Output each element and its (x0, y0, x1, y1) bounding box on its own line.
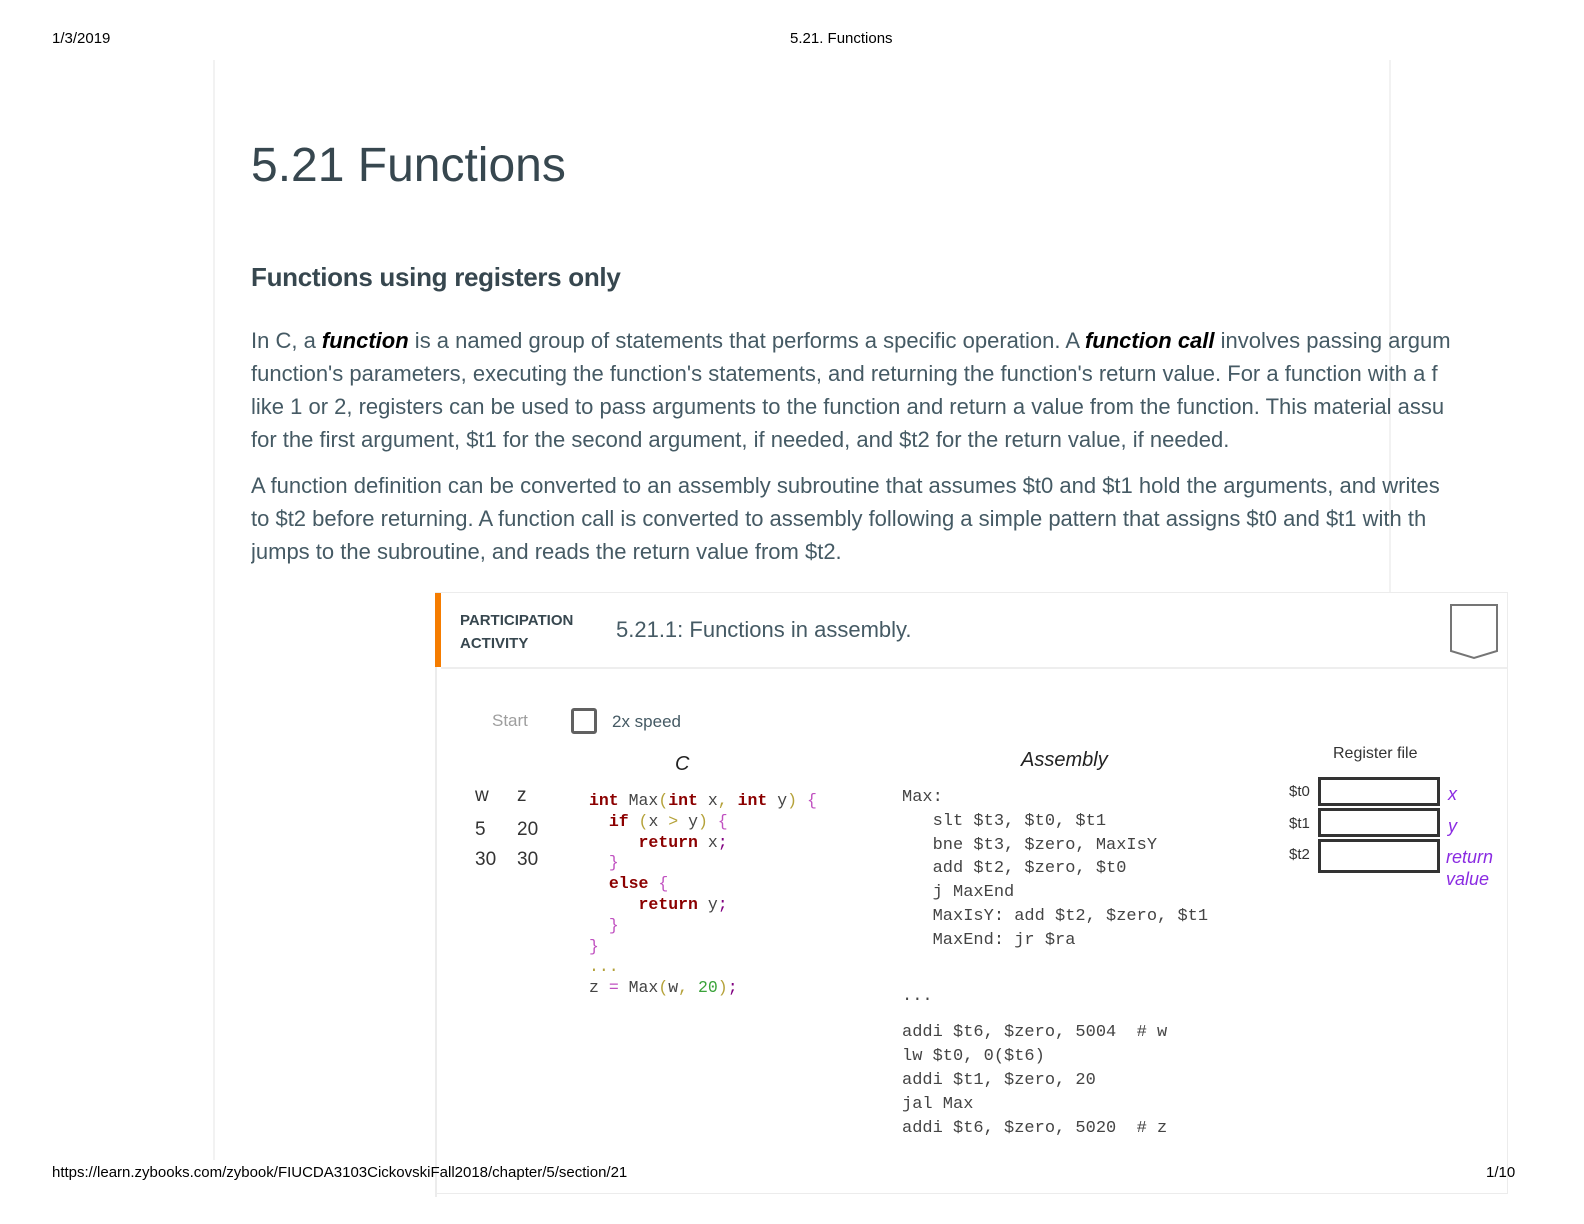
c-token: int (589, 791, 619, 810)
var-value: 20 (517, 819, 539, 840)
register-cell-t1 (1318, 808, 1440, 837)
register-annotation-return-value: return value (1446, 847, 1494, 889)
print-title: 5.21. Functions (790, 30, 893, 47)
asm-line: Max: (902, 788, 943, 807)
paragraph-line: In C, a function is a named group of sta… (251, 324, 1513, 357)
c-token: return (638, 832, 698, 852)
print-page-number: 1/10 (1486, 1164, 1516, 1181)
register-name-t0: $t0 (1289, 783, 1310, 800)
print-date: 1/3/2019 (52, 30, 111, 47)
term-function: function (321, 328, 409, 353)
register-name-t1: $t1 (1289, 815, 1310, 832)
register-cell-t0 (1318, 777, 1440, 806)
paragraph-line: to $t2 before returning. A function call… (251, 506, 1427, 531)
asm-line: MaxEnd: jr $ra (902, 930, 1076, 950)
print-url: https://learn.zybooks.com/zybook/FIUCDA3… (52, 1164, 628, 1181)
text: involves passing argum (1214, 328, 1451, 353)
section-heading: Functions using registers only (251, 262, 621, 292)
assembly-heading: Assembly (1021, 749, 1108, 771)
c-token: return (638, 894, 698, 914)
asm-line: j MaxEnd (902, 883, 1015, 903)
paragraph-line: function's parameters, executing the fun… (251, 361, 1438, 386)
asm-line: addi $t6, $zero, 5004 # w (902, 1023, 1168, 1043)
register-annotation-x: x (1448, 784, 1457, 804)
c-token: z (589, 978, 599, 998)
page-title: 5.21 Functions (251, 139, 566, 192)
paragraph-line: A function definition can be converted t… (251, 473, 1440, 498)
c-token: int (737, 791, 768, 810)
text: is a named group of statements that perf… (408, 328, 1085, 353)
asm-line: addi $t1, $zero, 20 (902, 1070, 1096, 1090)
c-token: x (707, 832, 718, 852)
speed-checkbox[interactable] (571, 708, 597, 734)
paragraph-1: In C, a function is a named group of sta… (251, 324, 1513, 456)
text: In C, a (251, 328, 322, 353)
c-code-block: int Max(int x, int y) { if (x > y) { ret… (589, 791, 817, 998)
var-value: 30 (475, 849, 497, 870)
asm-spacer (902, 1008, 1208, 1021)
asm-line: add $t2, $zero, $t0 (902, 859, 1127, 879)
c-token: 20 (697, 978, 718, 998)
term-function-call: function call (1084, 328, 1215, 353)
register-annotation-y: y (1448, 816, 1457, 836)
c-heading: C (675, 753, 690, 775)
c-token: int (668, 791, 698, 810)
c-token: if (608, 811, 629, 831)
c-token: = (608, 978, 619, 998)
paragraph-2: A function definition can be converted t… (251, 469, 1513, 568)
var-header-w: w (475, 785, 489, 806)
activity-header: PARTICIPATION ACTIVITY 5.21.1: Functions… (441, 593, 1507, 669)
var-value: 5 (475, 819, 486, 840)
activity-type-label: PARTICIPATION ACTIVITY (460, 609, 573, 655)
c-token: Max (628, 978, 659, 998)
c-token: ... (589, 957, 619, 977)
paragraph-line: like 1 or 2, registers can be used to pa… (251, 394, 1445, 419)
assembly-code-block: Max: slt $t3, $t0, $t1 bne $t3, $zero, M… (902, 786, 1208, 1140)
register-name-t2: $t2 (1289, 846, 1310, 863)
register-file-title: Register file (1333, 745, 1418, 762)
activity-title: 5.21.1: Functions in assembly. (616, 617, 912, 642)
asm-line: jal Max (902, 1094, 974, 1114)
c-token: y (707, 894, 718, 914)
activity-body-border (435, 667, 437, 1197)
c-token: else (608, 874, 649, 894)
speed-label: 2x speed (612, 712, 681, 731)
c-token: x (648, 811, 659, 831)
asm-spacer (902, 953, 1208, 985)
c-token: > (668, 811, 679, 831)
activity-type-line: ACTIVITY (460, 635, 529, 652)
c-token: Max (628, 791, 659, 810)
bookmark-icon[interactable] (1449, 603, 1499, 661)
start-button[interactable]: Start (492, 711, 528, 731)
activity-type-line: PARTICIPATION (460, 612, 574, 629)
c-token: y (777, 791, 788, 810)
var-value: 30 (517, 849, 539, 870)
asm-line: bne $t3, $zero, MaxIsY (902, 835, 1158, 855)
var-header-z: z (517, 785, 527, 806)
asm-line: slt $t3, $t0, $t1 (902, 811, 1107, 831)
asm-line: MaxIsY: add $t2, $zero, $t1 (902, 906, 1209, 926)
paragraph-line: for the first argument, $t1 for the seco… (251, 427, 1230, 452)
paragraph-line: jumps to the subroutine, and reads the r… (251, 539, 842, 564)
c-token: w (668, 978, 679, 998)
participation-activity: PARTICIPATION ACTIVITY 5.21.1: Functions… (435, 592, 1508, 1197)
c-token: x (707, 791, 718, 810)
register-cell-t2 (1318, 839, 1440, 873)
asm-line: lw $t0, 0($t6) (902, 1047, 1045, 1067)
c-token: y (688, 811, 698, 831)
asm-line: addi $t6, $zero, 5020 # z (902, 1118, 1168, 1138)
asm-line: ... (902, 986, 933, 1006)
